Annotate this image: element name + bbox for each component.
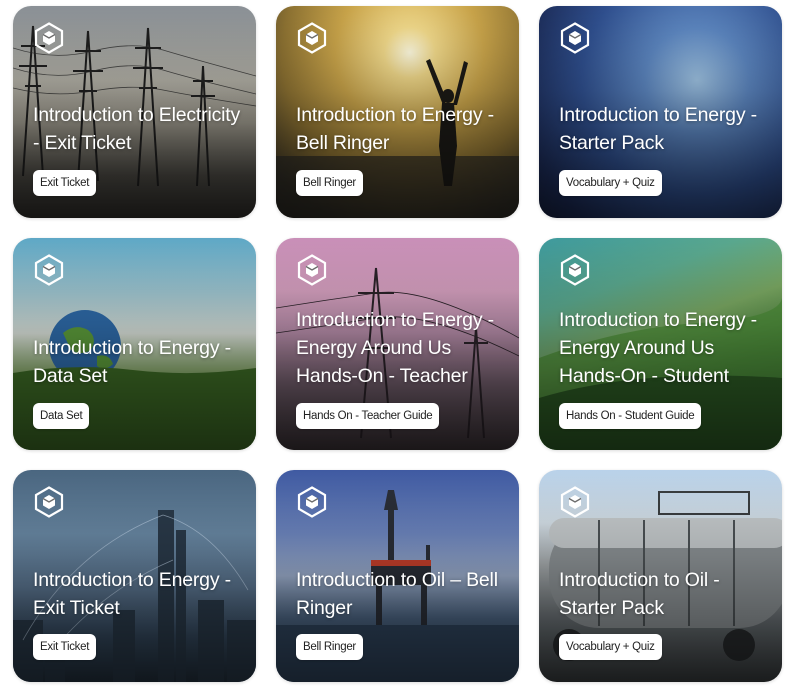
resource-card-grid: Introduction to Electricity - Exit Ticke… — [0, 0, 793, 688]
card-title: Introduction to Energy - Starter Pack — [559, 104, 757, 154]
hexagon-cube-icon — [560, 486, 590, 518]
hexagon-cube-icon — [297, 254, 327, 286]
resource-card-energy-starter-pack[interactable]: Introduction to Energy - Starter Pack Vo… — [539, 6, 782, 218]
resource-card-oil-starter-pack[interactable]: Introduction to Oil - Starter Pack Vocab… — [539, 470, 782, 682]
resource-card-energy-data-set[interactable]: Introduction to Energy - Data Set Data S… — [13, 238, 256, 450]
card-title: Introduction to Energy - Exit Ticket — [33, 569, 231, 619]
card-tag: Hands On - Student Guide — [559, 403, 702, 429]
card-tag: Bell Ringer — [296, 634, 363, 660]
card-tag: Hands On - Teacher Guide — [296, 403, 440, 429]
hexagon-cube-icon — [297, 486, 327, 518]
card-tag: Exit Ticket — [33, 170, 97, 196]
hexagon-cube-icon — [560, 22, 590, 54]
card-title: Introduction to Energy - Data Set — [33, 337, 231, 387]
hexagon-cube-icon — [297, 22, 327, 54]
hexagon-cube-icon — [560, 254, 590, 286]
card-title: Introduction to Oil – Bell Ringer — [296, 569, 498, 619]
card-tag: Vocabulary + Quiz — [559, 634, 662, 660]
hexagon-cube-icon — [34, 486, 64, 518]
card-title: Introduction to Oil - Starter Pack — [559, 569, 720, 619]
card-tag: Bell Ringer — [296, 170, 363, 196]
card-title: Introduction to Energy - Energy Around U… — [296, 309, 494, 387]
resource-card-electricity-exit-ticket[interactable]: Introduction to Electricity - Exit Ticke… — [13, 6, 256, 218]
card-title: Introduction to Electricity - Exit Ticke… — [33, 104, 241, 154]
resource-card-energy-exit-ticket[interactable]: Introduction to Energy - Exit Ticket Exi… — [13, 470, 256, 682]
card-title: Introduction to Energy - Energy Around U… — [559, 309, 757, 387]
resource-card-energy-bell-ringer[interactable]: Introduction to Energy - Bell Ringer Bel… — [276, 6, 519, 218]
hexagon-cube-icon — [34, 22, 64, 54]
hexagon-cube-icon — [34, 254, 64, 286]
card-tag: Exit Ticket — [33, 634, 97, 660]
resource-card-energy-around-us-teacher[interactable]: Introduction to Energy - Energy Around U… — [276, 238, 519, 450]
resource-card-energy-around-us-student[interactable]: Introduction to Energy - Energy Around U… — [539, 238, 782, 450]
card-tag: Data Set — [33, 403, 90, 429]
card-title: Introduction to Energy - Bell Ringer — [296, 104, 494, 154]
resource-card-oil-bell-ringer[interactable]: Introduction to Oil – Bell Ringer Bell R… — [276, 470, 519, 682]
card-tag: Vocabulary + Quiz — [559, 170, 662, 196]
